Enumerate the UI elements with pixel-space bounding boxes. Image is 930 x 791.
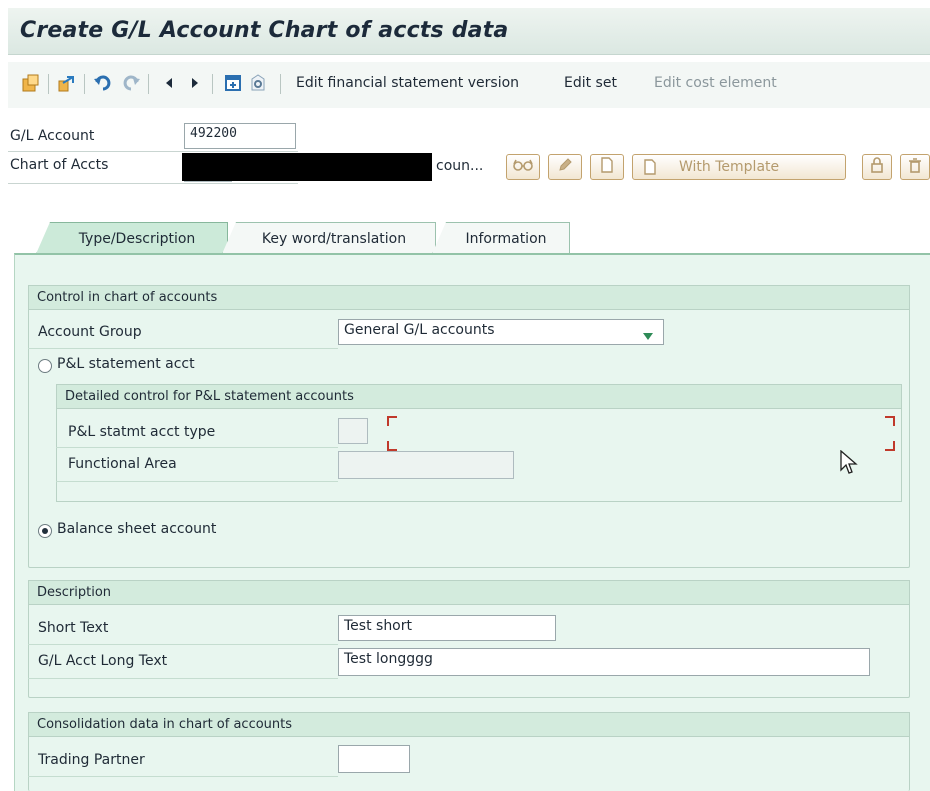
row-divider (56, 447, 338, 448)
account-group-dropdown[interactable]: General G/L accounts (338, 319, 664, 345)
selection-corner (387, 416, 397, 426)
page-title: Create G/L Account Chart of accts data (20, 18, 509, 43)
row-divider (28, 348, 338, 349)
toolbar-separator (280, 74, 281, 94)
row-divider (28, 644, 338, 645)
balance-sheet-radio[interactable] (38, 524, 52, 538)
edit-set-button[interactable]: Edit set (564, 75, 617, 91)
edit-financial-statement-version-button[interactable]: Edit financial statement version (296, 75, 519, 91)
functional-area-label: Functional Area (68, 456, 177, 472)
gl-account-label: G/L Account (10, 128, 95, 144)
description-group-header: Description (28, 580, 910, 605)
trading-partner-label: Trading Partner (38, 752, 145, 768)
mouse-cursor-icon (840, 449, 858, 480)
toolbar-separator (212, 74, 213, 94)
trading-partner-field[interactable] (338, 745, 410, 773)
pl-type-field[interactable] (338, 418, 368, 444)
account-group-value: General G/L accounts (344, 322, 495, 338)
gl-account-field[interactable]: 492200 (184, 123, 296, 149)
document-icon[interactable] (222, 72, 244, 94)
redaction-block (182, 153, 432, 181)
functional-area-field[interactable] (338, 451, 514, 479)
short-text-field[interactable]: Test short (338, 615, 556, 641)
redo-icon[interactable] (120, 72, 142, 94)
edit-cost-element-button[interactable]: Edit cost element (654, 75, 777, 91)
tab-key-word-translation[interactable]: Key word/translation (222, 222, 436, 254)
long-text-field[interactable]: Test longggg (338, 648, 870, 676)
short-text-label: Short Text (38, 620, 109, 636)
chart-of-accts-label: Chart of Accts (10, 157, 109, 173)
header-divider (8, 151, 298, 152)
with-template-label: With Template (679, 159, 780, 175)
change-button[interactable] (548, 154, 582, 180)
glasses-icon (512, 158, 534, 176)
glasses-button[interactable] (506, 154, 540, 180)
pl-statement-radio[interactable] (38, 359, 52, 373)
detailed-control-header: Detailed control for P&L statement accou… (56, 384, 902, 409)
display-change-icon[interactable] (20, 72, 42, 94)
control-group-header: Control in chart of accounts (28, 285, 910, 310)
create-button[interactable] (590, 154, 624, 180)
pl-type-label: P&L statmt acct type (68, 424, 216, 440)
consolidation-group-header: Consolidation data in chart of accounts (28, 712, 910, 737)
tab-type-description[interactable]: Type/Description (36, 222, 228, 254)
pl-statement-label: P&L statement acct (57, 356, 195, 372)
toolbar-separator (48, 74, 49, 94)
where-used-icon[interactable] (248, 72, 270, 94)
row-divider (56, 481, 338, 482)
undo-icon[interactable] (92, 72, 114, 94)
tab-label: Information (465, 230, 547, 247)
selection-corner (885, 416, 895, 426)
with-template-button[interactable]: With Template (632, 154, 846, 180)
template-document-icon (643, 159, 657, 175)
chart-of-accts-description: coun... (436, 158, 484, 174)
next-icon[interactable] (184, 72, 206, 94)
account-group-label: Account Group (38, 324, 142, 340)
lock-icon (870, 157, 884, 177)
trash-icon (908, 157, 922, 177)
pencil-icon (557, 157, 573, 177)
lock-button[interactable] (862, 154, 892, 180)
tab-label: Key word/translation (261, 230, 407, 247)
header-divider (8, 183, 298, 184)
chevron-down-icon (643, 328, 653, 344)
previous-icon[interactable] (158, 72, 180, 94)
new-document-icon (600, 157, 614, 177)
balance-sheet-label: Balance sheet account (57, 521, 217, 537)
toolbar-separator (84, 74, 85, 94)
selection-corner (885, 441, 895, 451)
row-divider (28, 776, 338, 777)
row-divider (28, 678, 338, 679)
tab-label: Type/Description (78, 230, 196, 247)
selection-corner (387, 441, 397, 451)
long-text-label: G/L Acct Long Text (38, 653, 168, 669)
delete-button[interactable] (900, 154, 930, 180)
tab-information[interactable]: Information (432, 222, 570, 254)
other-account-icon[interactable] (56, 72, 78, 94)
toolbar-separator (148, 74, 149, 94)
